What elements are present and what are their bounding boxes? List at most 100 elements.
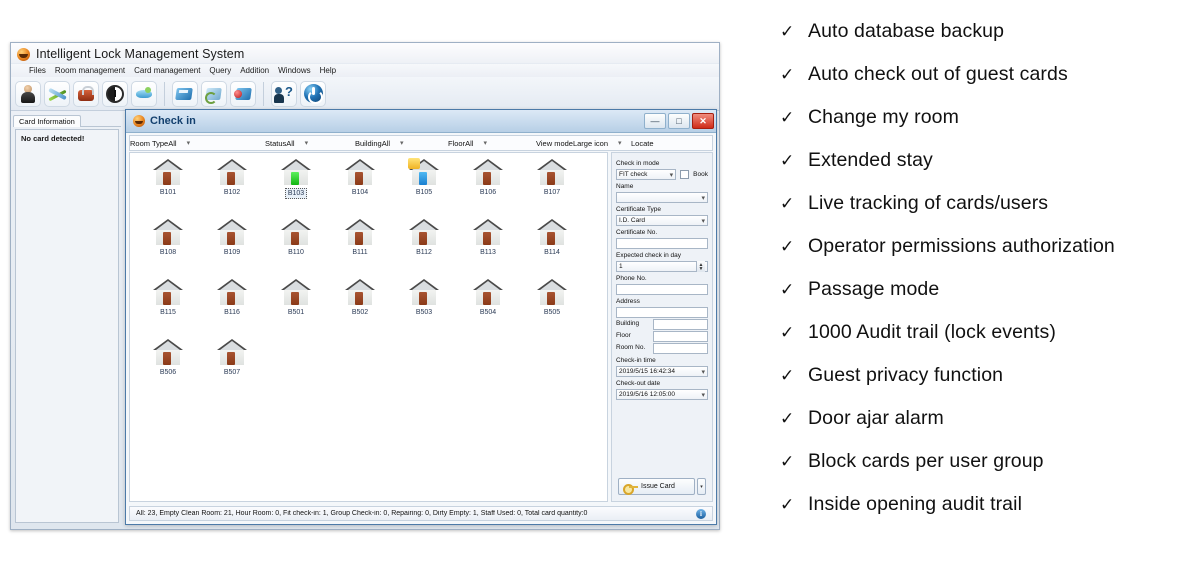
phone-no-field[interactable] bbox=[616, 284, 708, 295]
menu-item-help[interactable]: Help bbox=[320, 66, 336, 75]
room-cell-b104[interactable]: B104 bbox=[328, 159, 392, 219]
room-cell-b110[interactable]: B110 bbox=[264, 219, 328, 279]
status-summary-text: All: 23, Empty Clean Room: 21, Hour Room… bbox=[136, 510, 690, 517]
room-cell-b506[interactable]: B506 bbox=[136, 339, 200, 399]
room-cell-b113[interactable]: B113 bbox=[456, 219, 520, 279]
certificate-no-label: Certificate No. bbox=[616, 229, 708, 237]
room-cell-b106[interactable]: B106 bbox=[456, 159, 520, 219]
issue-card-dropdown-button[interactable]: ▾ bbox=[697, 478, 706, 495]
room-no-field[interactable] bbox=[653, 343, 708, 354]
room-cell-b504[interactable]: B504 bbox=[456, 279, 520, 339]
menu-item-files[interactable]: Files bbox=[29, 66, 46, 75]
room-cell-b505[interactable]: B505 bbox=[520, 279, 584, 339]
address-field[interactable] bbox=[616, 307, 708, 318]
filter-status[interactable]: Status All ▾ bbox=[265, 139, 355, 148]
chevron-down-icon[interactable]: ▾ bbox=[177, 139, 195, 147]
chevron-down-icon[interactable]: ▾ bbox=[295, 139, 313, 147]
checkin-time-field[interactable]: 2019/5/15 16:42:34 ▾ bbox=[616, 366, 708, 377]
check-in-window: Check in — □ ✕ Room Type All ▾ Status Al… bbox=[125, 109, 717, 525]
chevron-down-icon[interactable]: ▾ bbox=[473, 139, 491, 147]
filter-building[interactable]: Building All ▾ bbox=[355, 139, 448, 148]
room-cell-b109[interactable]: B109 bbox=[200, 219, 264, 279]
menu-item-card-management[interactable]: Card management bbox=[134, 66, 200, 75]
close-button[interactable]: ✕ bbox=[692, 113, 714, 129]
checkout-date-field[interactable]: 2019/5/16 12:05:00 ▾ bbox=[616, 389, 708, 400]
room-cell-b115[interactable]: B115 bbox=[136, 279, 200, 339]
expected-days-stepper[interactable]: 1 ▲▼ bbox=[616, 261, 708, 272]
house-icon bbox=[537, 159, 567, 185]
certificate-type-select[interactable]: I.D. Card ▾ bbox=[616, 215, 708, 226]
feature-item: ✓ Live tracking of cards/users bbox=[780, 192, 1190, 235]
check-icon: ✓ bbox=[780, 366, 794, 386]
chevron-down-icon[interactable]: ▾ bbox=[390, 139, 408, 147]
room-cell-b502[interactable]: B502 bbox=[328, 279, 392, 339]
settings-tools-icon[interactable] bbox=[44, 81, 70, 107]
room-label: B103 bbox=[285, 188, 307, 199]
read-card-icon[interactable] bbox=[201, 81, 227, 107]
stepper-arrows-icon[interactable]: ▲▼ bbox=[696, 261, 705, 272]
feature-item: ✓1000 Audit trail (lock events) bbox=[780, 321, 1190, 364]
minimize-button[interactable]: — bbox=[644, 113, 666, 129]
filter-floor[interactable]: Floor All ▾ bbox=[448, 139, 536, 148]
check-icon: ✓ bbox=[780, 65, 794, 85]
chevron-down-icon: ▾ bbox=[670, 171, 674, 179]
room-cell-b501[interactable]: B501 bbox=[264, 279, 328, 339]
room-cell-b116[interactable]: B116 bbox=[200, 279, 264, 339]
menu-item-room-management[interactable]: Room management bbox=[55, 66, 125, 75]
room-cell-b102[interactable]: B102 bbox=[200, 159, 264, 219]
filter-building-label: Building bbox=[355, 139, 382, 148]
room-cell-b503[interactable]: B503 bbox=[392, 279, 456, 339]
check-icon: ✓ bbox=[780, 409, 794, 429]
feature-label: Passage mode bbox=[808, 278, 939, 301]
no-card-message: No card detected! bbox=[16, 130, 118, 147]
building-field[interactable] bbox=[653, 319, 708, 330]
time-clock-icon[interactable] bbox=[102, 81, 128, 107]
check-icon: ✓ bbox=[780, 108, 794, 128]
feature-item: ✓Block cards per user group bbox=[780, 450, 1190, 493]
book-checkbox[interactable] bbox=[680, 170, 689, 179]
card-reader-icon[interactable] bbox=[131, 81, 157, 107]
room-cell-b105[interactable]: B105 bbox=[392, 159, 456, 219]
room-cell-b108[interactable]: B108 bbox=[136, 219, 200, 279]
key-icon bbox=[623, 483, 638, 491]
room-grid[interactable]: B101B102 B103 B104B105B106B107 B108B109B110… bbox=[129, 152, 608, 502]
chevron-down-icon: ▾ bbox=[701, 368, 705, 376]
room-cell-b101[interactable]: B101 bbox=[136, 159, 200, 219]
filter-bar: Room Type All ▾ Status All ▾ Building Al… bbox=[129, 135, 713, 151]
room-cell-b111[interactable]: B111 bbox=[328, 219, 392, 279]
issue-card-icon[interactable] bbox=[172, 81, 198, 107]
room-cell-b107[interactable]: B107 bbox=[520, 159, 584, 219]
tab-card-information[interactable]: Card Information bbox=[13, 115, 81, 127]
toolbar-separator-1 bbox=[164, 82, 165, 106]
checkin-mode-select[interactable]: FIT check ▾ bbox=[616, 169, 676, 180]
expected-days-value: 1 bbox=[619, 263, 623, 270]
operator-icon[interactable] bbox=[15, 81, 41, 107]
menu-item-addition[interactable]: Addition bbox=[240, 66, 269, 75]
room-cell-b114[interactable]: B114 bbox=[520, 219, 584, 279]
filter-room-type[interactable]: Room Type All ▾ bbox=[130, 139, 265, 148]
checkin-mode-label: Check in mode bbox=[616, 160, 708, 168]
room-cell-b103[interactable]: B103 bbox=[264, 159, 328, 219]
power-exit-icon[interactable] bbox=[300, 81, 326, 107]
filter-locate[interactable]: Locate bbox=[631, 139, 654, 148]
user-query-icon[interactable]: ? bbox=[271, 81, 297, 107]
house-icon bbox=[345, 219, 375, 245]
cancel-card-icon[interactable] bbox=[230, 81, 256, 107]
room-label: B502 bbox=[350, 308, 370, 317]
chevron-down-icon[interactable]: ▾ bbox=[608, 139, 626, 147]
name-field[interactable]: ▾ bbox=[616, 192, 708, 203]
certificate-no-field[interactable] bbox=[616, 238, 708, 249]
room-cell-b507[interactable]: B507 bbox=[200, 339, 264, 399]
room-label: B116 bbox=[222, 308, 242, 317]
floor-field[interactable] bbox=[653, 331, 708, 342]
room-setup-icon[interactable] bbox=[73, 81, 99, 107]
menu-item-windows[interactable]: Windows bbox=[278, 66, 310, 75]
feature-label: Guest privacy function bbox=[808, 364, 1003, 387]
info-icon[interactable]: i bbox=[696, 509, 706, 519]
issue-card-button[interactable]: Issue Card bbox=[618, 478, 695, 495]
checkout-date-value: 2019/5/16 12:05:00 bbox=[619, 391, 675, 398]
maximize-button[interactable]: □ bbox=[668, 113, 690, 129]
menu-item-query[interactable]: Query bbox=[209, 66, 231, 75]
filter-view-mode[interactable]: View mode Large icon ▾ bbox=[536, 139, 631, 148]
room-cell-b112[interactable]: B112 bbox=[392, 219, 456, 279]
